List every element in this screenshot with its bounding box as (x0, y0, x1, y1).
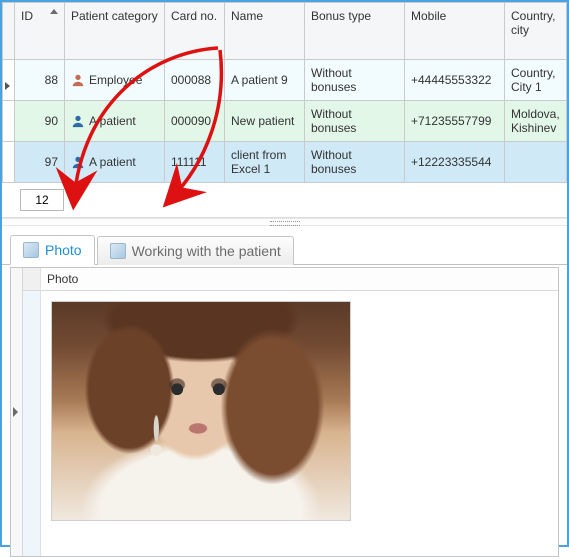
cell-card: 000090 (165, 101, 225, 142)
col-patient-category[interactable]: Patient category (65, 3, 165, 60)
cell-mobile: +12223335544 (405, 142, 505, 183)
cell-place (505, 142, 567, 183)
patient-icon (71, 155, 85, 169)
cell-bonus: Without bonuses (305, 101, 405, 142)
row-selector[interactable] (3, 101, 15, 142)
tab-icon (23, 242, 39, 258)
cell-category: A patient (65, 142, 165, 183)
grid-header-row[interactable]: ID Patient category Card no. Name Bonus … (3, 3, 567, 60)
row-gutter (23, 291, 41, 556)
cell-place: Moldova, Kishinev (505, 101, 567, 142)
row-selector-header (3, 3, 15, 60)
col-id[interactable]: ID (15, 3, 65, 60)
tab-label: Working with the patient (132, 243, 281, 259)
tab-icon (110, 243, 126, 259)
patient-icon (71, 114, 85, 128)
cell-id: 88 (15, 60, 65, 101)
chevron-right-icon (13, 407, 18, 417)
employee-icon (71, 73, 85, 87)
photo-cell[interactable] (41, 291, 558, 556)
table-row[interactable]: 97 A patient 111111 client from Excel 1 … (3, 142, 567, 183)
photo-column-header[interactable]: Photo (23, 268, 558, 291)
pager (2, 183, 567, 218)
cell-category: A patient (65, 101, 165, 142)
cell-name: client from Excel 1 (225, 142, 305, 183)
sort-asc-icon (50, 9, 58, 14)
photo-panel: Photo (10, 267, 559, 557)
col-country-city[interactable]: Country, city (505, 3, 567, 60)
page-number-input[interactable] (20, 189, 64, 211)
patient-photo (51, 301, 351, 521)
cell-id: 97 (15, 142, 65, 183)
current-row-icon (5, 82, 10, 90)
photo-header-label: Photo (47, 272, 78, 286)
horizontal-splitter[interactable] (2, 218, 567, 226)
cell-mobile: +71235557799 (405, 101, 505, 142)
cell-name: New patient (225, 101, 305, 142)
patients-grid[interactable]: ID Patient category Card no. Name Bonus … (2, 2, 567, 183)
col-bonus-type[interactable]: Bonus type (305, 3, 405, 60)
cell-mobile: +44445553322 (405, 60, 505, 101)
row-selector[interactable] (3, 142, 15, 183)
header-gutter (23, 268, 41, 290)
cell-name: A patient 9 (225, 60, 305, 101)
col-id-label: ID (21, 9, 33, 23)
tab-working-with-patient[interactable]: Working with the patient (97, 236, 294, 265)
cell-card: 111111 (165, 142, 225, 183)
cell-card: 000088 (165, 60, 225, 101)
cell-bonus: Without bonuses (305, 60, 405, 101)
table-row[interactable]: 90 A patient 000090 New patient Without … (3, 101, 567, 142)
table-row[interactable]: 88 Employee 000088 A patient 9 Without b… (3, 60, 567, 101)
panel-collapse-bar[interactable] (11, 268, 23, 556)
tab-label: Photo (45, 242, 82, 258)
row-selector[interactable] (3, 60, 15, 101)
cell-id: 90 (15, 101, 65, 142)
tab-photo[interactable]: Photo (10, 235, 95, 265)
cell-bonus: Without bonuses (305, 142, 405, 183)
col-name[interactable]: Name (225, 3, 305, 60)
col-card-no[interactable]: Card no. (165, 3, 225, 60)
detail-tabs: Photo Working with the patient (2, 226, 567, 265)
col-mobile[interactable]: Mobile (405, 3, 505, 60)
cell-category: Employee (65, 60, 165, 101)
cell-place: Country, City 1 (505, 60, 567, 101)
